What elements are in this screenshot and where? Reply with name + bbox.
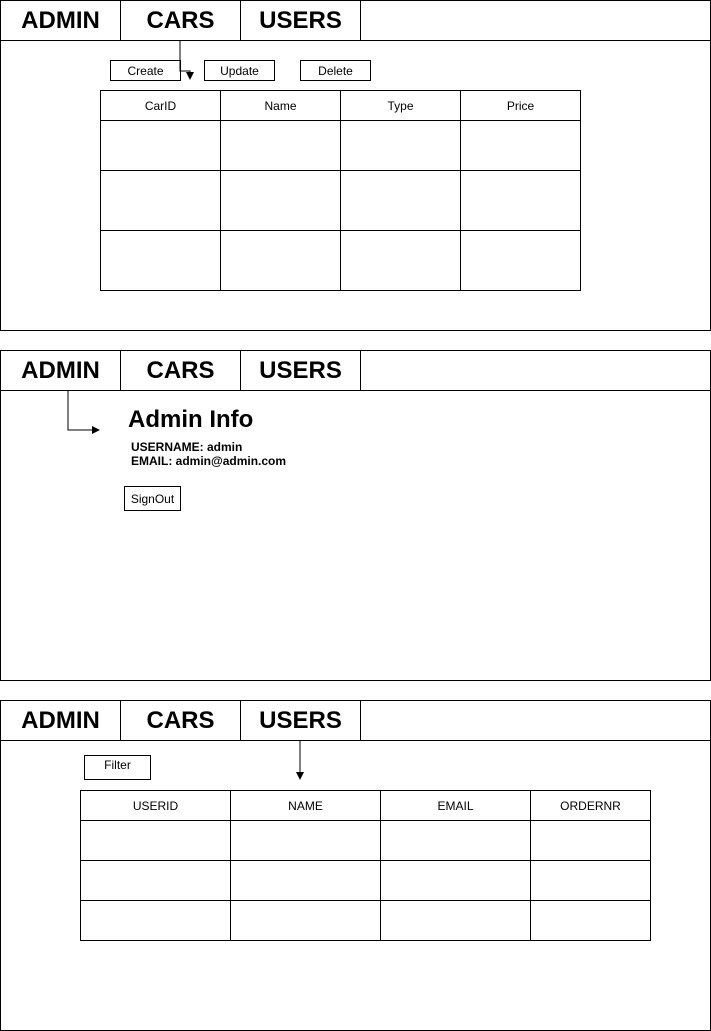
table-cell[interactable] bbox=[80, 820, 231, 861]
table-row[interactable] bbox=[100, 230, 581, 291]
navbar: ADMIN CARS USERS bbox=[1, 351, 710, 391]
nav-tab-cars[interactable]: CARS bbox=[121, 351, 241, 390]
delete-button[interactable]: Delete bbox=[300, 60, 371, 81]
table-cell[interactable] bbox=[340, 120, 461, 171]
table-cell[interactable] bbox=[460, 170, 581, 231]
table-cell[interactable] bbox=[80, 900, 231, 941]
cars-table: CarID Name Type Price bbox=[100, 90, 581, 291]
table-cell[interactable] bbox=[530, 820, 651, 861]
table-row[interactable] bbox=[80, 900, 651, 941]
users-screen-panel: ADMIN CARS USERS Filter USERID NAME EMAI… bbox=[0, 700, 711, 1031]
column-header-name[interactable]: NAME bbox=[230, 790, 381, 821]
create-button[interactable]: Create bbox=[110, 60, 181, 81]
column-header-ordernr[interactable]: ORDERNR bbox=[530, 790, 651, 821]
table-header-row: USERID NAME EMAIL ORDERNR bbox=[80, 790, 651, 821]
table-cell[interactable] bbox=[100, 170, 221, 231]
table-cell[interactable] bbox=[460, 230, 581, 291]
table-cell[interactable] bbox=[100, 230, 221, 291]
filter-button[interactable]: Filter bbox=[84, 755, 151, 780]
nav-tab-admin[interactable]: ADMIN bbox=[1, 1, 121, 40]
table-row[interactable] bbox=[100, 120, 581, 171]
table-row[interactable] bbox=[80, 820, 651, 861]
nav-tab-admin[interactable]: ADMIN bbox=[1, 351, 121, 390]
cars-screen-panel: ADMIN CARS USERS Create Update Delete Ca… bbox=[0, 0, 711, 331]
users-table: USERID NAME EMAIL ORDERNR bbox=[80, 790, 651, 941]
table-cell[interactable] bbox=[220, 230, 341, 291]
table-cell[interactable] bbox=[230, 820, 381, 861]
column-header-userid[interactable]: USERID bbox=[80, 790, 231, 821]
table-cell[interactable] bbox=[230, 900, 381, 941]
table-cell[interactable] bbox=[230, 860, 381, 901]
email-text: EMAIL: admin@admin.com bbox=[131, 454, 287, 468]
column-header-email[interactable]: EMAIL bbox=[380, 790, 531, 821]
table-cell[interactable] bbox=[530, 900, 651, 941]
column-header-name[interactable]: Name bbox=[220, 90, 341, 121]
table-cell[interactable] bbox=[380, 820, 531, 861]
navbar: ADMIN CARS USERS bbox=[1, 1, 710, 41]
nav-tab-users[interactable]: USERS bbox=[241, 351, 361, 390]
page-title: Admin Info bbox=[128, 406, 254, 433]
table-cell[interactable] bbox=[460, 120, 581, 171]
table-cell[interactable] bbox=[80, 860, 231, 901]
nav-tab-cars[interactable]: CARS bbox=[121, 701, 241, 740]
nav-tab-users[interactable]: USERS bbox=[241, 1, 361, 40]
column-header-type[interactable]: Type bbox=[340, 90, 461, 121]
table-cell[interactable] bbox=[380, 900, 531, 941]
nav-tab-users[interactable]: USERS bbox=[241, 701, 361, 740]
username-text: USERNAME: admin bbox=[131, 440, 243, 454]
nav-tab-cars[interactable]: CARS bbox=[121, 1, 241, 40]
table-cell[interactable] bbox=[340, 170, 461, 231]
table-cell[interactable] bbox=[100, 120, 221, 171]
table-cell[interactable] bbox=[220, 120, 341, 171]
navbar: ADMIN CARS USERS bbox=[1, 701, 710, 741]
table-cell[interactable] bbox=[340, 230, 461, 291]
table-cell[interactable] bbox=[220, 170, 341, 231]
column-header-price[interactable]: Price bbox=[460, 90, 581, 121]
signout-button[interactable]: SignOut bbox=[124, 486, 181, 511]
table-row[interactable] bbox=[80, 860, 651, 901]
table-header-row: CarID Name Type Price bbox=[100, 90, 581, 121]
nav-tab-admin[interactable]: ADMIN bbox=[1, 701, 121, 740]
table-cell[interactable] bbox=[530, 860, 651, 901]
column-header-carid[interactable]: CarID bbox=[100, 90, 221, 121]
table-cell[interactable] bbox=[380, 860, 531, 901]
update-button[interactable]: Update bbox=[204, 60, 275, 81]
table-row[interactable] bbox=[100, 170, 581, 231]
admin-screen-panel: ADMIN CARS USERS Admin Info USERNAME: ad… bbox=[0, 350, 711, 681]
